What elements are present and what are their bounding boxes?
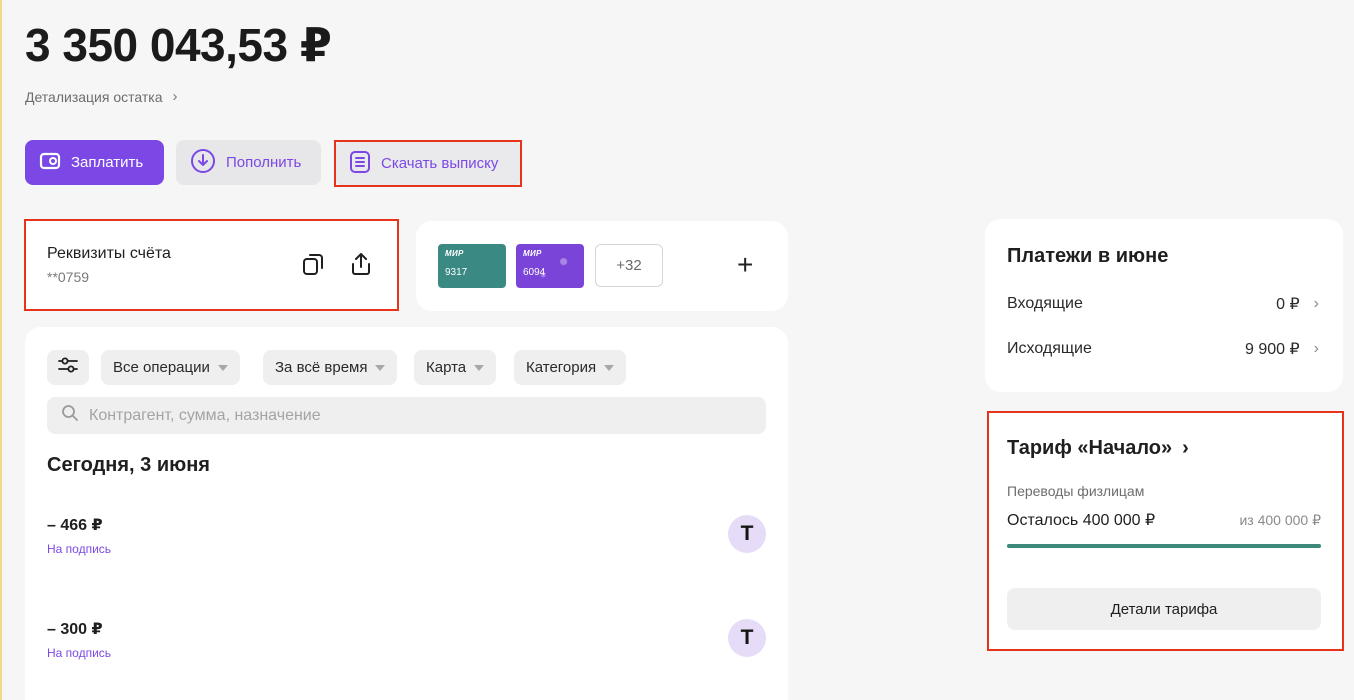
filter-card-label: Карта [426, 359, 467, 376]
filter-settings-button[interactable] [47, 350, 89, 385]
filter-period[interactable]: За всё время [263, 350, 398, 385]
download-statement-button[interactable]: Скачать выписку [335, 141, 521, 186]
tariff-details-button[interactable]: Детали тарифа [1007, 588, 1321, 630]
outgoing-label: Исходящие [1007, 340, 1092, 357]
filter-all-operations-label: Все операции [113, 359, 210, 376]
wallet-icon [39, 151, 61, 175]
filter-category-label: Категория [526, 359, 597, 376]
incoming-payments-row[interactable]: Входящие 0 ₽ › [1007, 294, 1319, 314]
filter-all-operations[interactable]: Все операции [101, 350, 240, 385]
card-last4: 9317 [445, 267, 468, 278]
caret-down-icon [217, 364, 228, 371]
requisites-title: Реквизиты счёта [47, 245, 171, 262]
tariff-title-link[interactable]: Тариф «Начало» › [1007, 437, 1189, 460]
caret-down-icon [474, 364, 485, 371]
card-last4: 6094 [523, 267, 546, 278]
share-icon[interactable] [347, 250, 375, 278]
outgoing-payments-row[interactable]: Исходящие 9 900 ₽ › [1007, 339, 1319, 359]
card-brand: МИР [523, 249, 542, 258]
operation-amount: – 466 ₽ [47, 517, 103, 534]
account-balance: 3 350 043,53 ₽ [25, 19, 332, 71]
caret-down-icon [604, 364, 615, 371]
tariff-subtitle: Переводы физлицам [1007, 483, 1145, 499]
monthly-payments-card: Платежи в июне Входящие 0 ₽ › Исходящие … [985, 219, 1343, 392]
left-edge-accent [0, 0, 2, 700]
operation-row[interactable]: – 466 ₽ На подпись T [47, 515, 766, 575]
incoming-label: Входящие [1007, 295, 1083, 312]
operation-status: На подпись [47, 542, 112, 556]
chevron-right-icon: › [1313, 295, 1319, 312]
filter-card[interactable]: Карта [414, 350, 497, 385]
search-icon [61, 404, 79, 427]
sliders-icon [57, 355, 79, 380]
operation-amount: – 300 ₽ [47, 621, 103, 638]
copy-icon[interactable] [299, 250, 327, 278]
bank-card-thumbnail[interactable]: МИР 9317 [438, 244, 506, 288]
download-statement-label: Скачать выписку [381, 155, 499, 172]
topup-button-label: Пополнить [226, 154, 302, 171]
balance-details-label: Детализация остатка [25, 88, 163, 105]
operations-search[interactable] [47, 397, 766, 434]
tariff-title: Тариф «Начало» [1007, 437, 1173, 459]
search-input[interactable] [89, 406, 689, 425]
account-number-mask: **0759 [47, 269, 90, 285]
tariff-card: Тариф «Начало» › Переводы физлицам Остал… [988, 412, 1343, 650]
balance-details-link[interactable]: Детализация остатка › [25, 88, 178, 105]
operation-status: На подпись [47, 646, 112, 660]
chevron-right-icon: › [1313, 340, 1319, 357]
add-card-button[interactable]: + [737, 251, 753, 279]
more-cards-button[interactable]: +32 [595, 244, 663, 287]
pay-button[interactable]: Заплатить [25, 140, 164, 185]
bank-card-thumbnail[interactable]: МИР 6094 [516, 244, 584, 288]
day-group-title: Сегодня, 3 июня [47, 454, 210, 476]
filter-period-label: За всё время [275, 359, 368, 376]
operations-panel: Все операции За всё время Карта Категори… [25, 327, 788, 700]
tariff-limit-progress [1007, 544, 1321, 548]
card-brand: МИР [445, 249, 464, 258]
filter-category[interactable]: Категория [514, 350, 627, 385]
tariff-limit: из 400 000 ₽ [1239, 512, 1321, 528]
pay-button-label: Заплатить [71, 154, 144, 171]
outgoing-value: 9 900 ₽ [1245, 341, 1300, 358]
counterparty-logo: T [728, 515, 766, 553]
document-icon [349, 150, 371, 178]
operation-row[interactable]: – 300 ₽ На подпись T [47, 619, 766, 679]
account-requisites-card[interactable]: Реквизиты счёта **0759 [25, 220, 398, 310]
cards-strip: МИР 9317 МИР 6094 +32 + [416, 221, 788, 311]
download-circle-icon [190, 148, 216, 178]
incoming-value: 0 ₽ [1276, 296, 1300, 313]
caret-down-icon [375, 364, 386, 371]
payments-title: Платежи в июне [1007, 245, 1169, 267]
topup-button[interactable]: Пополнить [176, 140, 321, 185]
tariff-remaining: Осталось 400 000 ₽ [1007, 512, 1156, 529]
chevron-right-icon: › [172, 88, 178, 105]
chevron-right-icon: › [1182, 437, 1189, 459]
tariff-limit-progress-fill [1007, 544, 1321, 548]
counterparty-logo: T [728, 619, 766, 657]
